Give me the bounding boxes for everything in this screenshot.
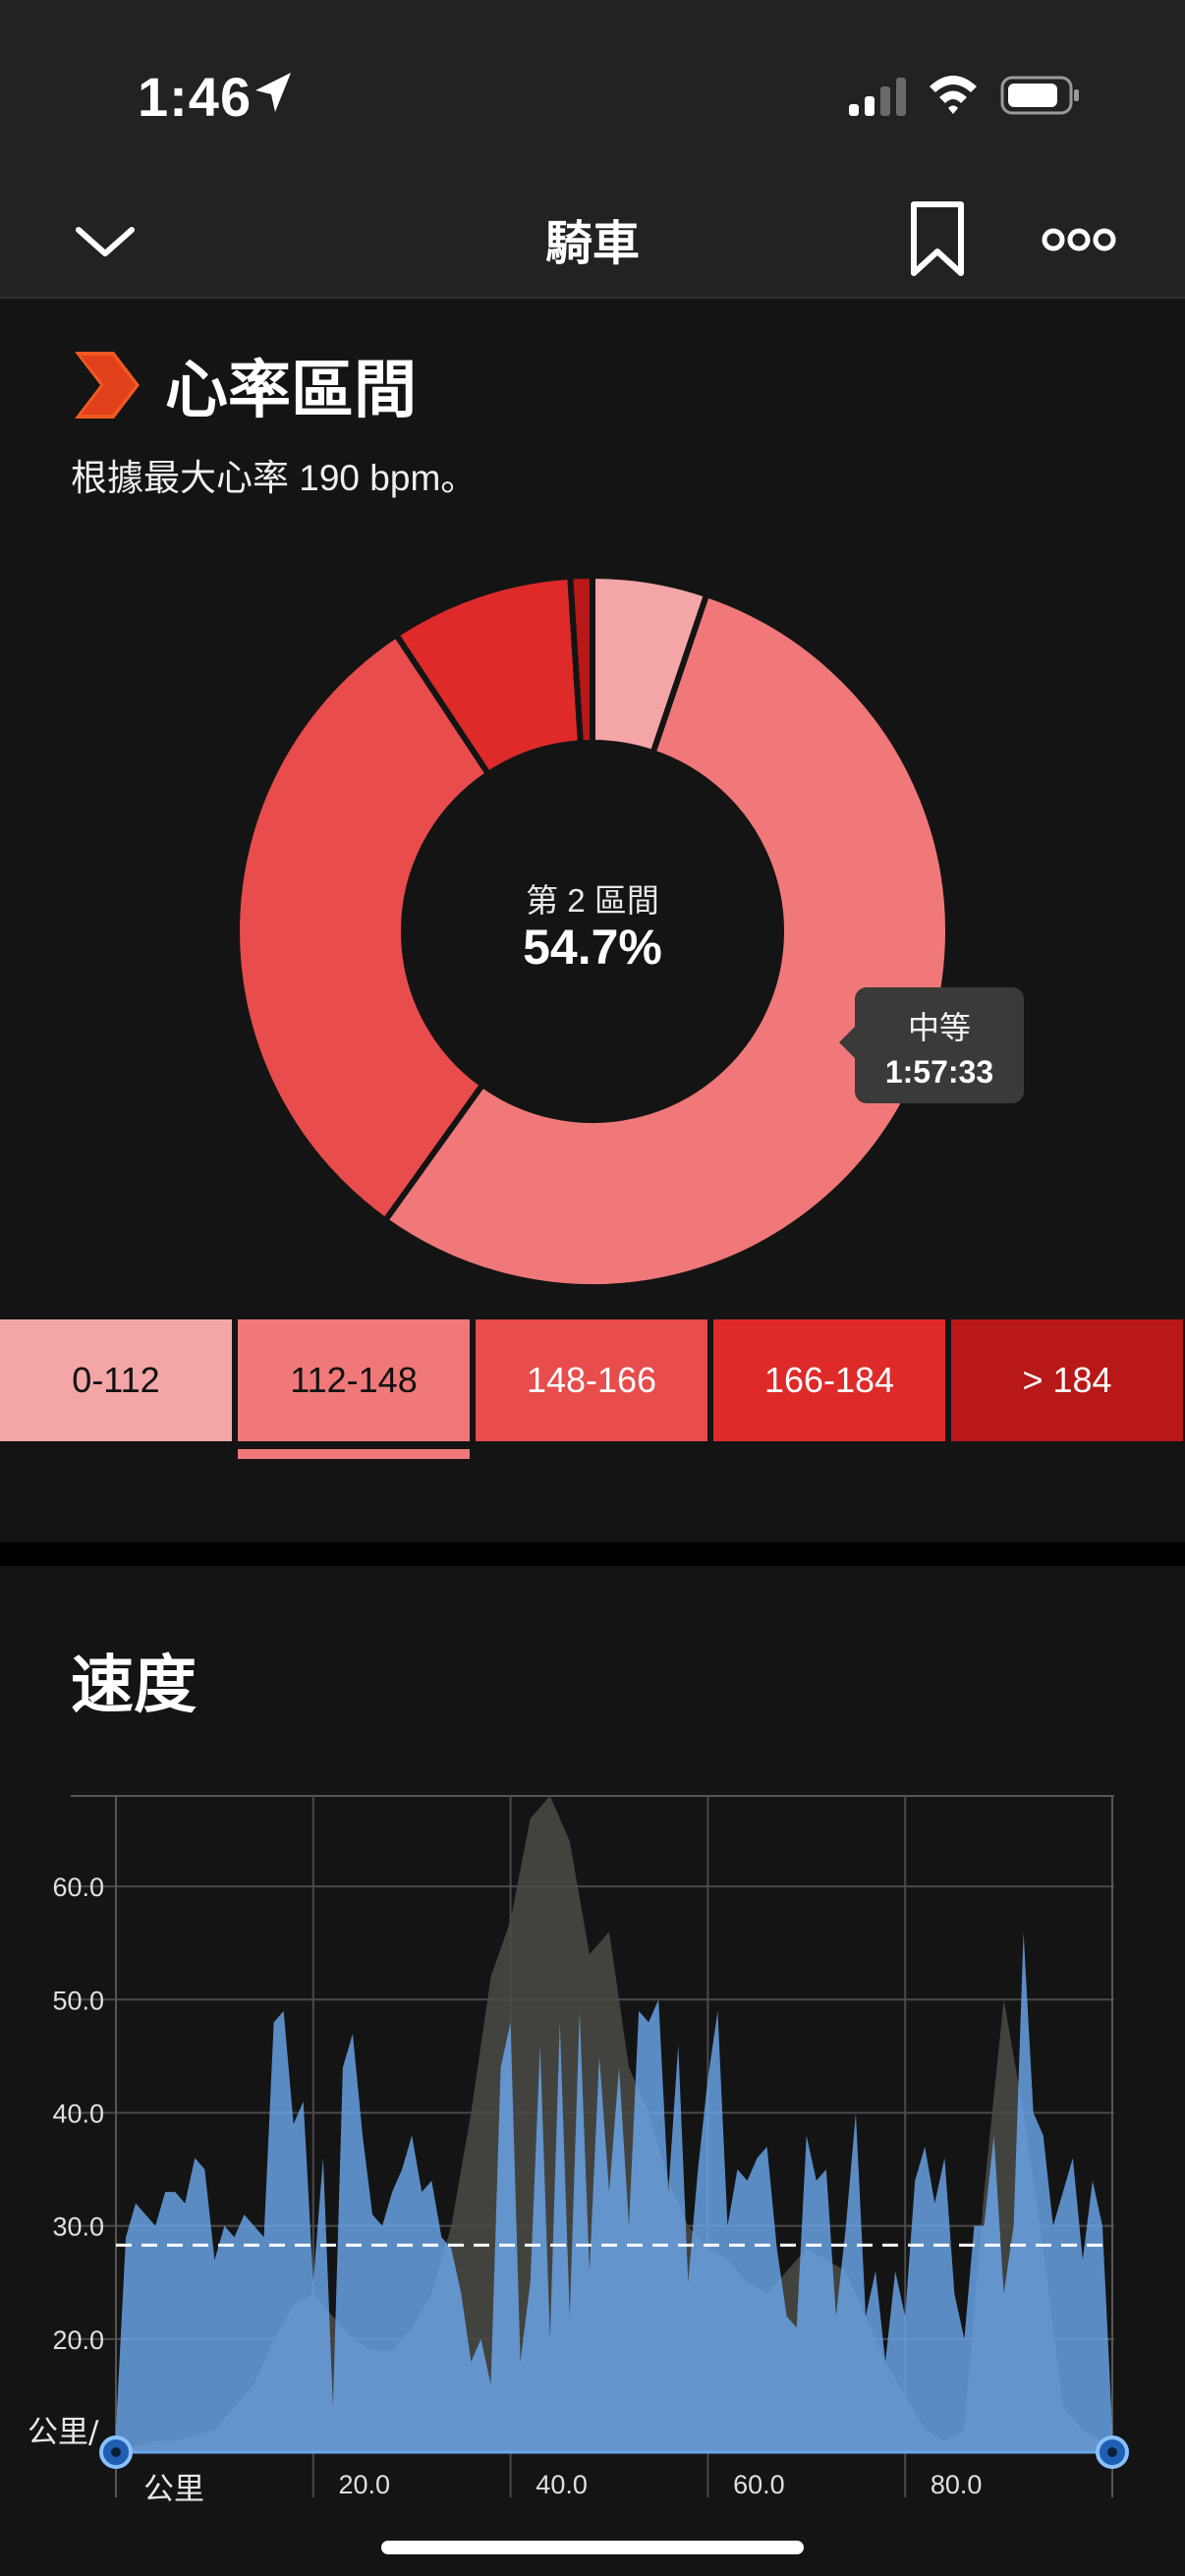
home-indicator[interactable]: [381, 2541, 804, 2554]
speed-chart[interactable]: 60.0 50.0 40.0 30.0 20.0 20.0 40.0 60.0 80.0 公里/公…: [0, 0, 1185, 2576]
y-tick-label: 50.0: [52, 1986, 104, 2015]
range-handle-dot: [1107, 2447, 1117, 2457]
y-tick-label: 20.0: [52, 2325, 104, 2355]
y-axis-unit-label: 公里/: [28, 2415, 99, 2450]
x-tick-label: 60.0: [733, 2470, 785, 2499]
x-axis-unit-label: 公里: [143, 2472, 204, 2507]
x-tick-label: 80.0: [931, 2470, 983, 2499]
range-handle-dot: [111, 2447, 121, 2457]
y-tick-label: 30.0: [52, 2212, 104, 2242]
x-tick-label: 20.0: [339, 2470, 391, 2499]
y-tick-label: 60.0: [52, 1873, 104, 1902]
y-tick-label: 40.0: [52, 2099, 104, 2128]
x-tick-label: 40.0: [536, 2470, 588, 2499]
